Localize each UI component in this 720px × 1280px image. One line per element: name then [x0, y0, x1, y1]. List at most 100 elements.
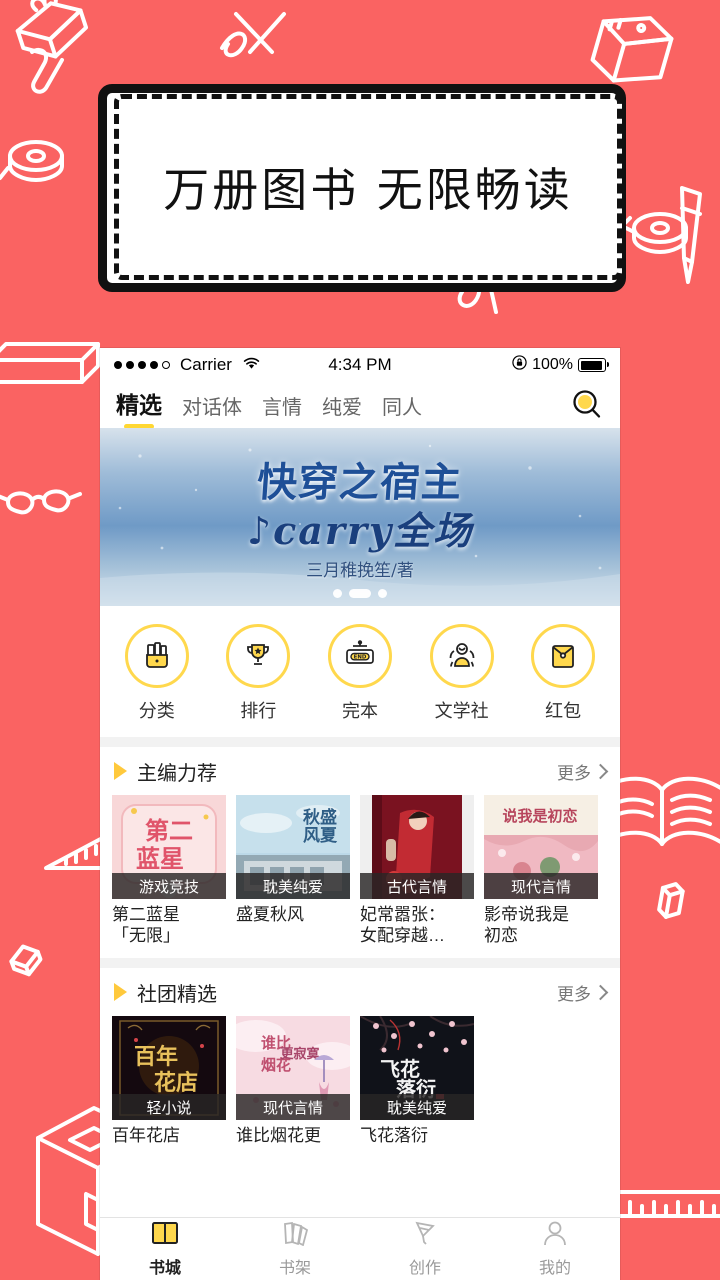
book-card[interactable]: 谁比 烟花 更寂寞 现代言情 谁比烟花更 — [236, 1016, 350, 1147]
entry-label: 分类 — [138, 701, 175, 721]
paper-stack-doodle — [0, 342, 100, 384]
book-cover: 古代言情 — [360, 795, 474, 899]
section-arrow-icon — [114, 762, 127, 780]
more-link[interactable]: 更多 — [557, 759, 609, 784]
trophy-icon — [226, 624, 291, 688]
tabbar-item-shucheng[interactable]: 书城 — [100, 1218, 230, 1280]
book-cover: 秋盛 风夏 耽美纯爱 — [236, 795, 350, 899]
svg-text:风夏: 风夏 — [303, 826, 338, 846]
quick-entries: 分类 排行 END 完本 文学社 红包 — [100, 606, 620, 737]
tab-tongren[interactable]: 同人 — [382, 391, 422, 424]
paperclip-doodle — [30, 47, 64, 94]
entry-wenxueshe[interactable]: 文学社 — [414, 624, 510, 723]
book-title: 妃常嚣张： 女配穿越… — [360, 905, 445, 945]
book-card[interactable]: 说我是初恋 现代言情 影帝说我是 初恋 — [484, 795, 598, 946]
bookshelf-icon — [281, 1220, 309, 1251]
book-tag: 耽美纯爱 — [236, 873, 350, 899]
tape-doodle — [15, 0, 89, 59]
tab-duihuati[interactable]: 对话体 — [182, 391, 242, 424]
section-header-club-picks: 社团精选 更多 — [100, 968, 620, 1017]
chevron-right-icon — [592, 763, 609, 779]
status-bar: Carrier 4:34 PM 100% — [100, 348, 620, 382]
book-tag: 游戏竞技 — [112, 873, 226, 899]
svg-text:第二: 第二 — [145, 817, 193, 845]
book-tag: 古代言情 — [360, 873, 474, 899]
section-title: 社团精选 — [137, 983, 217, 1006]
user-icon — [541, 1220, 569, 1251]
red-envelope-icon — [531, 624, 596, 688]
arrow-doodle — [220, 12, 286, 58]
book-card[interactable]: 第二 蓝星 游戏竞技 第二蓝星 「无限」 — [112, 795, 226, 946]
entry-fenlei[interactable]: 分类 — [109, 624, 205, 723]
tabbar-item-wode[interactable]: 我的 — [490, 1218, 620, 1280]
category-tabs: 精选 对话体 言情 纯爱 同人 — [116, 386, 422, 429]
promo-carousel[interactable]: 快穿之宿主 ♪carry全场 三月稚挽笙/著 — [100, 428, 620, 606]
book-cover: 飞花 落衍 耽美纯爱 — [360, 1016, 474, 1121]
carousel-dot[interactable] — [333, 589, 342, 598]
book-title: 谁比烟花更 — [236, 1126, 321, 1146]
svg-text:花店: 花店 — [154, 1070, 198, 1096]
svg-text:秋盛: 秋盛 — [303, 807, 337, 828]
entry-wanben[interactable]: END 完本 — [312, 624, 408, 723]
book-card[interactable]: 飞花 落衍 耽美纯爱 飞花落衍 — [360, 1016, 474, 1147]
banner-subtitle: ♪carry全场 — [246, 508, 474, 553]
carousel-dot[interactable] — [378, 589, 387, 598]
book-card-placeholder — [484, 1016, 598, 1147]
tabbar-item-shujia[interactable]: 书架 — [230, 1218, 360, 1280]
book-cover: 说我是初恋 现代言情 — [484, 795, 598, 899]
book-cover: 第二 蓝星 游戏竞技 — [112, 795, 226, 899]
tabbar-label: 书城 — [148, 1260, 181, 1277]
phone-screen: Carrier 4:34 PM 100% 精选 对话体 言情 纯爱 同人 快穿之… — [100, 348, 620, 1280]
open-book-icon — [151, 1220, 179, 1251]
section-title: 主编力荐 — [137, 762, 217, 785]
svg-text:蓝星: 蓝星 — [136, 845, 184, 873]
tab-jingxuan[interactable]: 精选 — [116, 386, 162, 429]
book-tag: 现代言情 — [236, 1094, 350, 1121]
carousel-dots[interactable] — [100, 589, 620, 598]
svg-text:百年: 百年 — [134, 1044, 178, 1070]
section-divider — [100, 737, 620, 747]
more-label: 更多 — [557, 763, 591, 783]
section-divider — [100, 958, 620, 969]
signal-dots-icon — [114, 361, 170, 369]
book-card[interactable]: 古代言情 妃常嚣张： 女配穿越… — [360, 795, 474, 946]
glasses-doodle — [0, 489, 82, 515]
battery-icon — [578, 358, 609, 372]
book-row-editor-picks: 第二 蓝星 游戏竞技 第二蓝星 「无限」 秋盛 风夏 耽美纯爱 盛夏秋风 古代言… — [100, 795, 620, 959]
tab-yanqing[interactable]: 言情 — [262, 391, 302, 424]
book-title: 盛夏秋风 — [236, 905, 304, 924]
book-title: 百年花店 — [112, 1126, 180, 1146]
book-row-club-picks: 百年 花店 轻小说 百年花店 谁比 烟花 更寂寞 现代言情 谁比烟花更 飞花 落… — [100, 1016, 620, 1160]
status-right: 100% — [512, 355, 609, 375]
tabbar-label: 书架 — [278, 1260, 311, 1277]
book-card[interactable]: 百年 花店 轻小说 百年花店 — [112, 1016, 226, 1147]
category-navbar: 精选 对话体 言情 纯爱 同人 — [100, 382, 620, 429]
search-icon[interactable] — [570, 388, 604, 422]
promo-banner: 万册图书 无限畅读 — [92, 74, 626, 294]
svg-text:END: END — [354, 655, 367, 661]
svg-text:说我是初恋: 说我是初恋 — [502, 807, 577, 825]
eraser-doodle-right — [657, 882, 685, 919]
section-arrow-icon — [114, 983, 127, 1002]
chevron-right-icon — [592, 984, 609, 1001]
entry-hongbao[interactable]: 红包 — [515, 624, 611, 723]
carousel-dot-active[interactable] — [349, 589, 371, 598]
book-title: 飞花落衍 — [360, 1126, 428, 1146]
more-link[interactable]: 更多 — [557, 980, 609, 1005]
book-cover: 百年 花店 轻小说 — [112, 1016, 226, 1121]
banner-author: 三月稚挽笙/著 — [306, 561, 414, 581]
tabbar-item-chuangzuo[interactable]: 创作 — [360, 1218, 490, 1280]
entry-paihang[interactable]: 排行 — [210, 624, 306, 723]
wifi-icon — [242, 355, 261, 375]
ruler-doodle — [606, 1190, 720, 1218]
book-card[interactable]: 秋盛 风夏 耽美纯爱 盛夏秋风 — [236, 795, 350, 946]
end-sign-icon: END — [327, 624, 392, 688]
status-left: Carrier — [114, 355, 261, 375]
section-header-editor-picks: 主编力荐 更多 — [100, 747, 620, 795]
battery-percent-label: 100% — [532, 356, 573, 373]
book-tag: 耽美纯爱 — [360, 1094, 474, 1121]
pen-doodle — [680, 186, 702, 284]
promo-headline: 万册图书 无限畅读 — [163, 163, 573, 217]
tab-chunai[interactable]: 纯爱 — [322, 391, 362, 424]
pen-nib-icon — [411, 1220, 439, 1251]
